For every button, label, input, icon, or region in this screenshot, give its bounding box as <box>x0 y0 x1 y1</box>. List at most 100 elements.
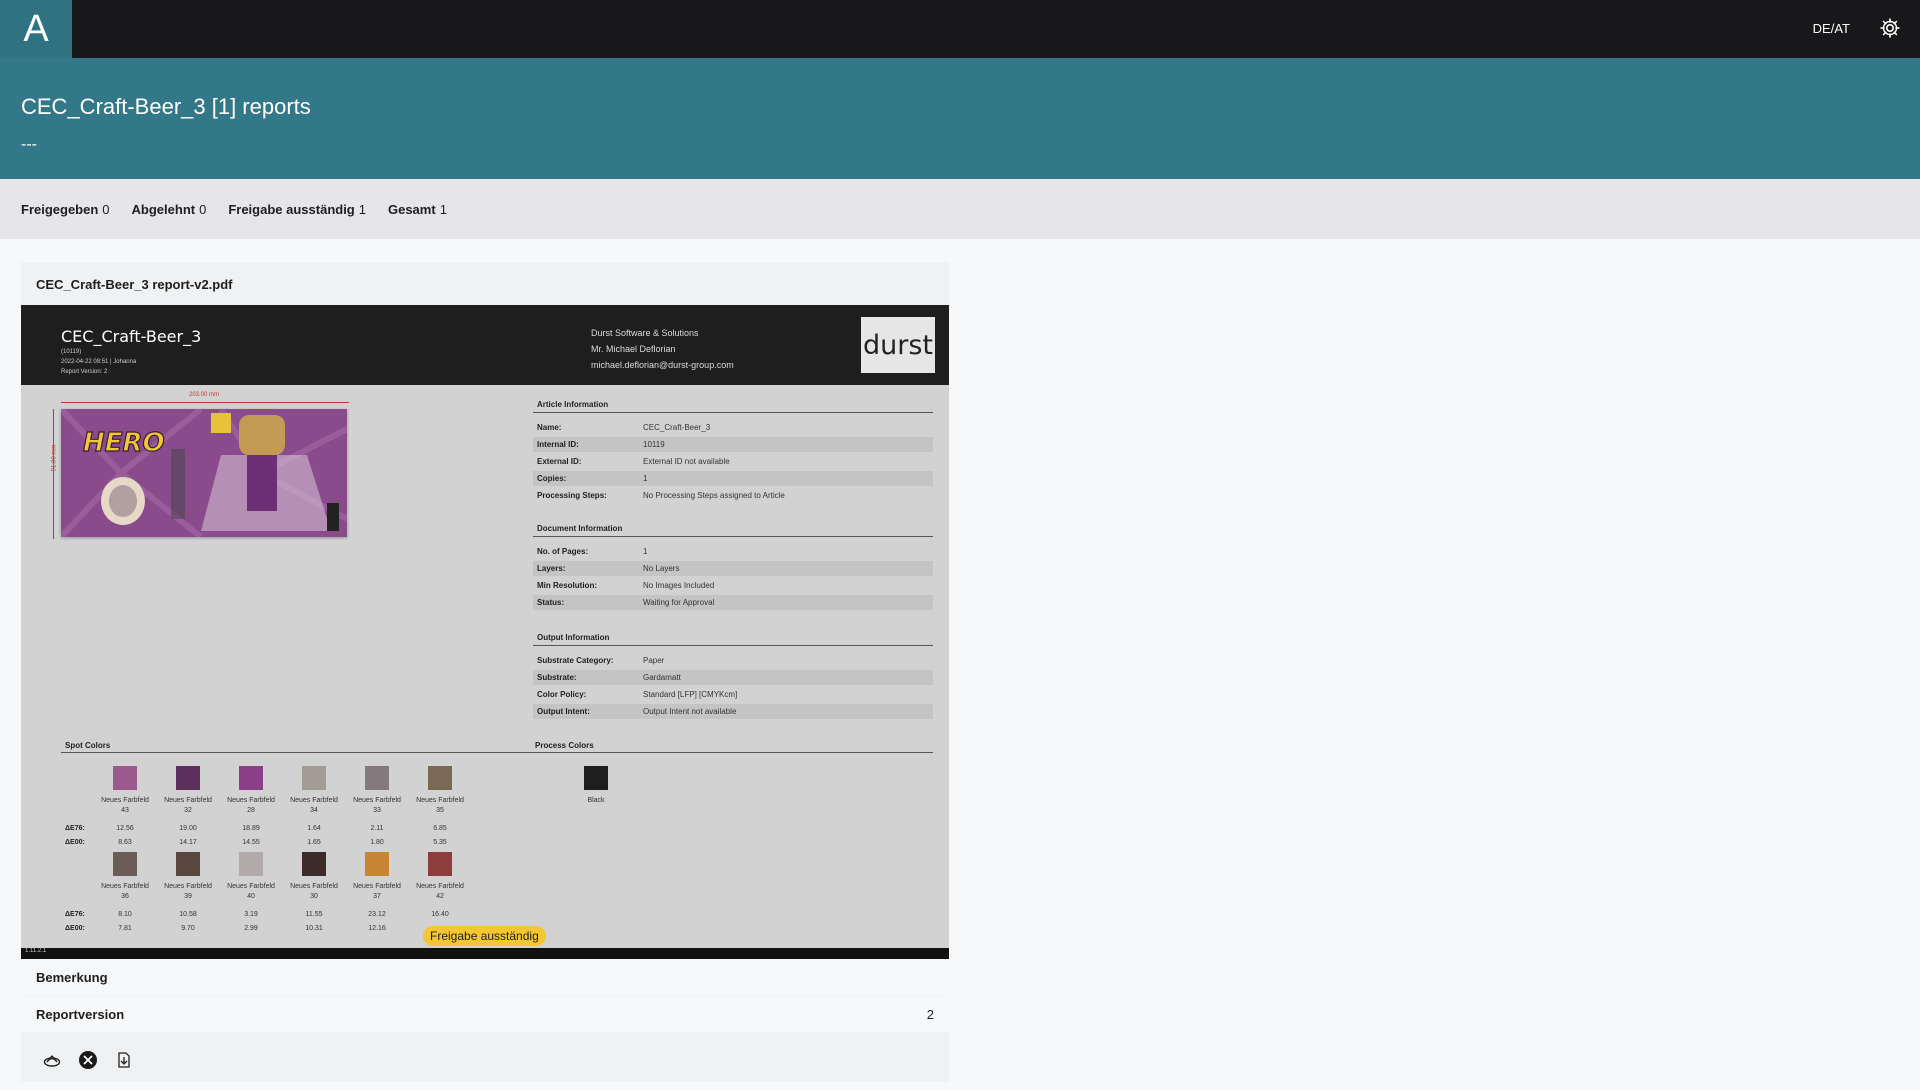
pdf-contact: Durst Software & Solutions Mr. Michael De… <box>591 328 734 370</box>
spot-color-swatch <box>239 766 263 790</box>
process-color-label: Black <box>587 797 605 804</box>
spot-color-label: Neues Farbfeld 33 <box>353 797 401 814</box>
gear-icon[interactable] <box>1878 16 1902 40</box>
divider <box>533 412 933 413</box>
info-row-pages: No. of Pages: 1 <box>537 547 648 556</box>
pdf-meta: (10119) 2022-04-22 08:51 | Johanna Report … <box>61 349 137 375</box>
spot-color-label: Neues Farbfeld 32 <box>164 797 212 814</box>
spot-color-swatch <box>113 852 137 876</box>
de00-value: 1.65 <box>307 839 321 846</box>
de00-value: 1.80 <box>370 839 384 846</box>
spot-colors-heading: Spot Colors <box>65 741 111 750</box>
spot-color-swatch <box>113 766 137 790</box>
info-row-resolution: Min Resolution: No Images Included <box>537 581 715 590</box>
dimension-line-width <box>61 402 349 403</box>
dimension-height-label: 91.00 mm <box>51 444 58 472</box>
spot-color-label: Neues Farbfeld 40 <box>227 883 275 900</box>
spot-color-label: Neues Farbfeld 43 <box>101 797 149 814</box>
spot-color-label: Neues Farbfeld 37 <box>353 883 401 900</box>
reject-icon[interactable] <box>77 1049 99 1071</box>
de76-value: 19.00 <box>179 825 197 832</box>
info-row-layers: Layers: No Layers <box>533 561 933 576</box>
remark-row[interactable]: Bemerkung <box>21 959 949 995</box>
spot-color-label: Neues Farbfeld 30 <box>290 883 338 900</box>
report-version-value: 2 <box>926 1006 934 1022</box>
article-info-heading: Article Information <box>537 400 609 409</box>
info-row-external-id: External ID: External ID not available <box>537 457 730 466</box>
status-summary: Freigegeben 0 Abgelehnt 0 Freigabe ausstän… <box>0 179 1920 239</box>
report-card: CEC_Craft-Beer_3 report-v2.pdf CEC_Craft… <box>21 262 949 1082</box>
de76-value: 12.56 <box>116 825 134 832</box>
de76-value: 1.64 <box>307 825 321 832</box>
output-info-heading: Output Information <box>537 633 610 642</box>
report-actions <box>21 1038 949 1082</box>
spot-color-label: Neues Farbfeld 34 <box>290 797 338 814</box>
de76-value: 11.55 <box>305 911 323 918</box>
de76-value: 10.58 <box>179 911 197 918</box>
stat-approved[interactable]: Freigegeben 0 <box>21 202 110 217</box>
de00-value: 12.16 <box>368 925 386 932</box>
de76-value: 2.11 <box>370 825 384 832</box>
de00-value: 9.70 <box>181 925 195 932</box>
de00-value: 14.17 <box>179 839 197 846</box>
info-row-copies: Copies: 1 <box>533 471 933 486</box>
spot-color-swatch <box>365 766 389 790</box>
pdf-footer: 1.11.2.1 <box>21 948 949 959</box>
de00-value: 10.31 <box>305 925 323 932</box>
spot-color-swatch <box>428 852 452 876</box>
spot-color-swatch <box>302 766 326 790</box>
pdf-preview[interactable]: CEC_Craft-Beer_3 (10119) 2022-04-22 08:51… <box>21 305 949 959</box>
de00-value: 7.81 <box>118 925 132 932</box>
de76-value: 18.89 <box>242 825 260 832</box>
stat-rejected[interactable]: Abgelehnt 0 <box>132 202 207 217</box>
info-row-substrate: Substrate: Gardamatt <box>533 670 933 685</box>
spot-color-label: Neues Farbfeld 28 <box>227 797 275 814</box>
de76-value: 6.85 <box>433 825 447 832</box>
stat-total[interactable]: Gesamt 1 <box>388 202 447 217</box>
app-logo[interactable]: A <box>0 0 72 58</box>
info-row-output-intent: Output Intent: Output Intent not availabl… <box>533 704 933 719</box>
info-row-processing: Processing Steps: No Processing Steps ass… <box>537 491 785 500</box>
dimension-line-height <box>53 409 54 539</box>
spot-color-label: Neues Farbfeld 39 <box>164 883 212 900</box>
spot-color-swatch <box>176 852 200 876</box>
page-subtitle: --- <box>21 136 37 153</box>
de00-label-row1: ΔE00: <box>65 839 85 846</box>
de00-value: 14.55 <box>242 839 260 846</box>
de00-value: 8.63 <box>118 839 132 846</box>
top-bar: A DE/AT <box>0 0 1920 58</box>
de76-value: 8.10 <box>118 911 132 918</box>
info-row-substrate-category: Substrate Category: Paper <box>537 656 665 665</box>
stat-pending[interactable]: Freigabe ausständig 1 <box>228 202 366 217</box>
divider <box>533 752 933 753</box>
de00-value: 2.99 <box>244 925 258 932</box>
de76-value: 3.19 <box>244 911 258 918</box>
report-version-label: Reportversion <box>36 1006 125 1022</box>
report-version-row: Reportversion 2 <box>21 996 949 1032</box>
spot-color-swatch <box>365 852 389 876</box>
info-row-internal-id: Internal ID: 10119 <box>533 437 933 452</box>
spot-color-swatch <box>428 766 452 790</box>
divider <box>533 645 933 646</box>
info-row-name: Name: CEC_Craft-Beer_3 <box>537 423 711 432</box>
spot-color-swatch <box>302 852 326 876</box>
spot-color-swatch <box>176 766 200 790</box>
pdf-article-name: CEC_Craft-Beer_3 <box>61 327 202 346</box>
pdf-header: CEC_Craft-Beer_3 (10119) 2022-04-22 08:51… <box>21 305 949 385</box>
download-icon[interactable] <box>113 1049 135 1071</box>
locale-selector[interactable]: DE/AT <box>1813 21 1850 36</box>
status-badge: Freigabe ausständig <box>423 926 546 946</box>
svg-text:HERO: HERO <box>83 428 165 458</box>
de00-value: 5.35 <box>433 839 447 846</box>
de00-label-row2: ΔE00: <box>65 925 85 932</box>
spot-color-label: Neues Farbfeld 35 <box>416 797 464 814</box>
page-title: CEC_Craft-Beer_3 [1] reports <box>21 94 311 119</box>
approve-icon[interactable] <box>41 1049 63 1071</box>
spot-color-label: Neues Farbfeld 42 <box>416 883 464 900</box>
spot-color-swatch <box>239 852 263 876</box>
de76-label-row1: ΔE76: <box>65 825 85 832</box>
dimension-width-label: 203.00 mm <box>189 392 220 398</box>
divider <box>61 752 535 753</box>
divider <box>533 536 933 537</box>
info-row-color-policy: Color Policy: Standard [LFP] [CMYKcm] <box>537 690 738 699</box>
